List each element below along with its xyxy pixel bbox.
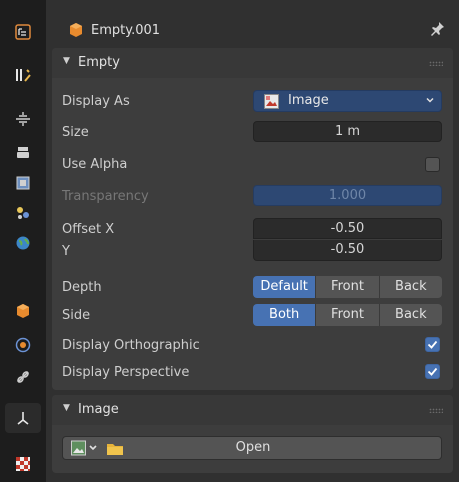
image-open-bar: Open [62, 436, 442, 460]
size-field[interactable]: 1 m [253, 121, 442, 142]
tab-physics[interactable] [5, 330, 41, 360]
side-row: Side Both Front Back [52, 304, 453, 326]
properties-header: Empty.001 [46, 0, 459, 46]
collapse-triangle-icon: ▼ [63, 403, 70, 413]
display-ortho-checkbox[interactable] [425, 337, 440, 352]
image-panel-header[interactable]: ▼ Image [52, 395, 453, 425]
size-row: Size 1 m [52, 121, 453, 143]
collapse-triangle-icon: ▼ [63, 56, 70, 66]
pin-icon[interactable] [429, 21, 445, 37]
tab-object-data[interactable] [5, 403, 41, 433]
use-alpha-label: Use Alpha [62, 157, 128, 172]
object-type-icon [70, 23, 82, 37]
offset-x-field[interactable]: -0.50 [253, 218, 442, 239]
empty-data-icon [17, 412, 29, 425]
drag-grip-icon[interactable] [429, 408, 443, 413]
tab-object[interactable] [5, 296, 41, 326]
offset-x-row: Offset X -0.50 [52, 218, 453, 240]
use-alpha-checkbox[interactable] [425, 157, 440, 172]
physics-icon [15, 337, 31, 353]
depth-segmented-control: Default Front Back [253, 276, 442, 298]
properties-tab-strip [0, 0, 46, 482]
transparency-field: 1.000 [253, 185, 442, 206]
tab-output[interactable] [5, 138, 41, 168]
offset-y-field[interactable]: -0.50 [253, 240, 442, 261]
depth-option-default[interactable]: Default [253, 276, 317, 298]
side-option-both[interactable]: Both [253, 304, 317, 326]
scene-icon [17, 207, 29, 219]
empty-panel: ▼ Empty Display As Image Size 1 m Use Al… [52, 48, 453, 390]
display-persp-checkbox[interactable] [425, 364, 440, 379]
tab-constraints[interactable] [5, 362, 41, 392]
object-icon [17, 304, 29, 318]
image-browse-button[interactable] [71, 440, 101, 460]
tab-render[interactable] [5, 104, 41, 134]
object-name: Empty.001 [91, 23, 161, 38]
tab-world[interactable] [5, 228, 41, 258]
tab-active-tool[interactable] [5, 60, 41, 90]
view-layer-icon [16, 176, 30, 190]
wrench-icon [16, 69, 31, 82]
offset-y-label: Y [62, 244, 70, 259]
checkmark-icon [427, 340, 438, 349]
size-label: Size [62, 125, 89, 140]
image-panel: ▼ Image Open [52, 395, 453, 473]
display-as-label: Display As [62, 94, 130, 109]
depth-option-back[interactable]: Back [379, 276, 442, 298]
side-label: Side [62, 308, 91, 323]
texture-icon [16, 457, 30, 471]
depth-option-front[interactable]: Front [316, 276, 380, 298]
tab-scene[interactable] [5, 198, 41, 228]
image-datablock-icon [71, 440, 97, 456]
image-icon [264, 94, 279, 109]
display-persp-label: Display Perspective [62, 365, 190, 380]
offset-y-row: Y -0.50 [52, 240, 453, 262]
constraint-icon [17, 371, 29, 383]
empty-panel-header[interactable]: ▼ Empty [52, 48, 453, 78]
display-as-dropdown[interactable]: Image [253, 90, 442, 112]
offset-x-label: Offset X [62, 222, 115, 237]
render-icon [16, 112, 30, 126]
transparency-label: Transparency [62, 189, 149, 204]
display-ortho-row: Display Orthographic [52, 334, 453, 356]
panel-title: Image [78, 402, 119, 417]
tab-view-layer[interactable] [5, 168, 41, 198]
side-option-back[interactable]: Back [379, 304, 442, 326]
depth-label: Depth [62, 280, 102, 295]
drag-grip-icon[interactable] [429, 61, 443, 66]
display-persp-row: Display Perspective [52, 361, 453, 383]
world-icon [16, 236, 30, 250]
display-as-value: Image [288, 93, 329, 108]
output-icon [17, 147, 29, 158]
use-alpha-row: Use Alpha [52, 153, 453, 175]
folder-icon[interactable] [107, 442, 123, 455]
tab-tool[interactable] [5, 17, 41, 47]
checkmark-icon [427, 367, 438, 376]
tool-icon [15, 24, 31, 40]
transparency-row: Transparency 1.000 [52, 185, 453, 207]
tab-texture[interactable] [5, 449, 41, 479]
open-image-button[interactable]: Open [236, 440, 271, 455]
depth-row: Depth Default Front Back [52, 276, 453, 298]
display-as-row: Display As Image [52, 90, 453, 112]
panel-title: Empty [78, 55, 120, 70]
chevron-down-icon [426, 97, 434, 103]
display-ortho-label: Display Orthographic [62, 338, 200, 353]
side-segmented-control: Both Front Back [253, 304, 442, 326]
side-option-front[interactable]: Front [316, 304, 380, 326]
